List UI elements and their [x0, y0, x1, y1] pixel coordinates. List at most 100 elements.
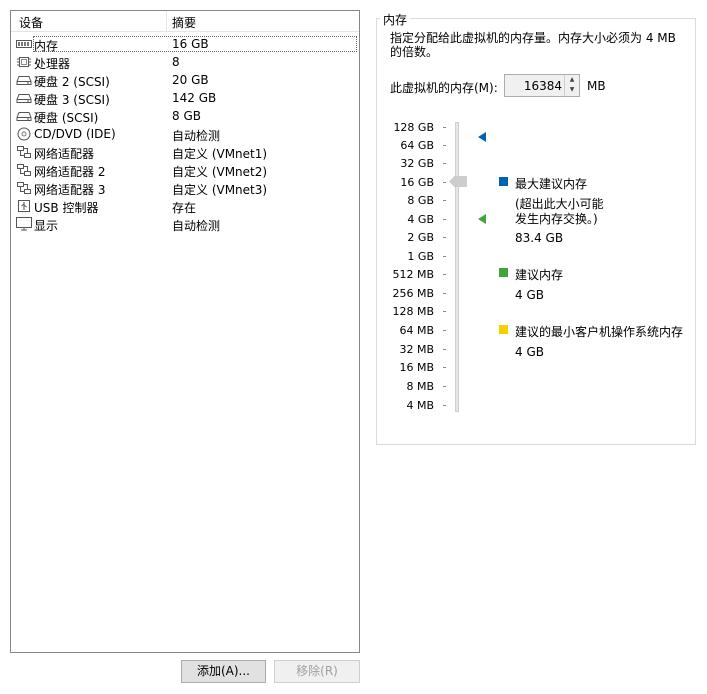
- scale-tick: [443, 349, 446, 350]
- max-recommended-value: 83.4 GB: [515, 231, 564, 245]
- device-row-memory[interactable]: 内存 16 GB: [11, 35, 359, 53]
- device-name: 内存: [34, 39, 59, 53]
- scale-label: 32 GB: [400, 157, 434, 170]
- scale-label: 32 MB: [399, 343, 434, 356]
- scale-tick: [443, 182, 446, 183]
- add-device-button[interactable]: 添加(A)...: [181, 660, 266, 683]
- device-list-panel: 设备 摘要 内存 16 GB 处理器 8 硬盘 2 (SCSI) 20 GB 硬…: [10, 10, 360, 653]
- device-name: 网络适配器 2: [34, 165, 106, 179]
- device-name: 硬盘 3 (SCSI): [34, 93, 110, 107]
- recommended-legend-swatch: [499, 268, 508, 277]
- scale-tick: [443, 386, 446, 387]
- device-name: 网络适配器: [34, 147, 95, 161]
- scale-tick: [443, 293, 446, 294]
- device-name: CD/DVD (IDE): [34, 127, 116, 141]
- display-icon: [16, 217, 32, 231]
- device-row-hard-disk-2[interactable]: 硬盘 2 (SCSI) 20 GB: [11, 71, 359, 89]
- device-row-cd-dvd[interactable]: CD/DVD (IDE) 自动检测: [11, 125, 359, 143]
- hard-disk-icon: [16, 76, 32, 85]
- hard-disk-icon: [16, 112, 32, 121]
- memory-spinbox[interactable]: 16384 ▲ ▼: [504, 74, 580, 97]
- device-row-network-adapter-3[interactable]: 网络适配器 3 自定义 (VMnet3): [11, 179, 359, 197]
- scale-label: 8 MB: [406, 380, 434, 393]
- scale-label: 2 GB: [407, 231, 434, 244]
- scale-tick: [443, 163, 446, 164]
- device-name: 显示: [34, 219, 59, 233]
- device-row-hard-disk-3[interactable]: 硬盘 3 (SCSI) 142 GB: [11, 89, 359, 107]
- min-guest-title: 建议的最小客户机操作系统内存: [515, 325, 684, 339]
- scale-tick: [443, 145, 446, 146]
- memory-group-title: 内存: [380, 11, 411, 28]
- device-name: 处理器: [34, 57, 71, 71]
- network-adapter-icon: [17, 164, 31, 176]
- memory-field-label: 此虚拟机的内存(M):: [390, 81, 498, 95]
- scale-tick: [443, 127, 446, 128]
- memory-icon: [16, 40, 32, 48]
- device-summary: 20 GB: [172, 73, 209, 87]
- scale-tick: [443, 237, 446, 238]
- device-name: 硬盘 2 (SCSI): [34, 75, 110, 89]
- device-row-network-adapter-2[interactable]: 网络适配器 2 自定义 (VMnet2): [11, 161, 359, 179]
- recommended-marker-icon: [478, 214, 486, 224]
- scale-label: 64 MB: [399, 324, 434, 337]
- device-summary: 8: [172, 55, 180, 69]
- processor-icon: [17, 57, 31, 67]
- device-summary: 142 GB: [172, 91, 217, 105]
- min-guest-legend-swatch: [499, 325, 508, 334]
- max-recommended-legend-swatch: [499, 177, 508, 186]
- scale-tick: [443, 256, 446, 257]
- spin-up-icon[interactable]: ▲: [565, 75, 579, 85]
- device-row-processor[interactable]: 处理器 8: [11, 53, 359, 71]
- memory-value[interactable]: 16384: [524, 79, 562, 93]
- max-recommended-title: 最大建议内存: [515, 177, 588, 191]
- device-summary: 8 GB: [172, 109, 201, 123]
- device-row-display[interactable]: 显示 自动检测: [11, 215, 359, 233]
- scale-label: 1 GB: [407, 250, 434, 263]
- scale-tick: [443, 200, 446, 201]
- device-summary: 16 GB: [172, 37, 209, 51]
- scale-tick: [443, 274, 446, 275]
- device-list: 内存 16 GB 处理器 8 硬盘 2 (SCSI) 20 GB 硬盘 3 (S…: [11, 35, 359, 233]
- scale-label: 512 MB: [392, 268, 434, 281]
- scale-tick: [443, 367, 446, 368]
- max-recommended-marker-icon: [478, 132, 486, 142]
- device-row-usb-controller[interactable]: USB 控制器 存在: [11, 197, 359, 215]
- device-list-header: 设备 摘要: [11, 11, 359, 32]
- scale-label: 4 MB: [406, 399, 434, 412]
- min-guest-value: 4 GB: [515, 345, 544, 359]
- column-header-device[interactable]: 设备: [19, 14, 43, 31]
- scale-tick: [443, 311, 446, 312]
- column-header-summary[interactable]: 摘要: [172, 14, 196, 31]
- device-name: USB 控制器: [34, 201, 99, 215]
- recommended-title: 建议内存: [515, 268, 564, 282]
- recommended-value: 4 GB: [515, 288, 544, 302]
- device-name: 硬盘 (SCSI): [34, 111, 99, 125]
- scale-label: 8 GB: [407, 194, 434, 207]
- scale-label: 16 MB: [399, 361, 434, 374]
- scale-label: 16 GB: [400, 176, 434, 189]
- device-summary: 自动检测: [172, 129, 221, 143]
- memory-slider-track[interactable]: [455, 122, 459, 412]
- device-row-network-adapter[interactable]: 网络适配器 自定义 (VMnet1): [11, 143, 359, 161]
- max-recommended-note: 发生内存交换。): [515, 212, 598, 226]
- scale-tick: [443, 219, 446, 220]
- remove-device-button[interactable]: 移除(R): [274, 660, 360, 683]
- scale-tick: [443, 330, 446, 331]
- spin-buttons: ▲ ▼: [564, 75, 579, 96]
- scale-label: 128 GB: [393, 121, 434, 134]
- device-row-hard-disk[interactable]: 硬盘 (SCSI) 8 GB: [11, 107, 359, 125]
- memory-unit-label: MB: [587, 79, 606, 93]
- device-summary: 自定义 (VMnet1): [172, 147, 268, 161]
- usb-icon: [18, 200, 30, 212]
- memory-description: 指定分配给此虚拟机的内存量。内存大小必须为 4 MB 的倍数。: [390, 31, 676, 59]
- cd-dvd-icon: [17, 127, 31, 141]
- scale-tick: [443, 405, 446, 406]
- scale-label: 256 MB: [392, 287, 434, 300]
- scale-label: 128 MB: [392, 305, 434, 318]
- column-separator[interactable]: [166, 11, 167, 31]
- device-summary: 存在: [172, 201, 197, 215]
- device-summary: 自定义 (VMnet3): [172, 183, 268, 197]
- scale-label: 4 GB: [407, 213, 434, 226]
- spin-down-icon[interactable]: ▼: [565, 85, 579, 95]
- scale-label: 64 GB: [400, 139, 434, 152]
